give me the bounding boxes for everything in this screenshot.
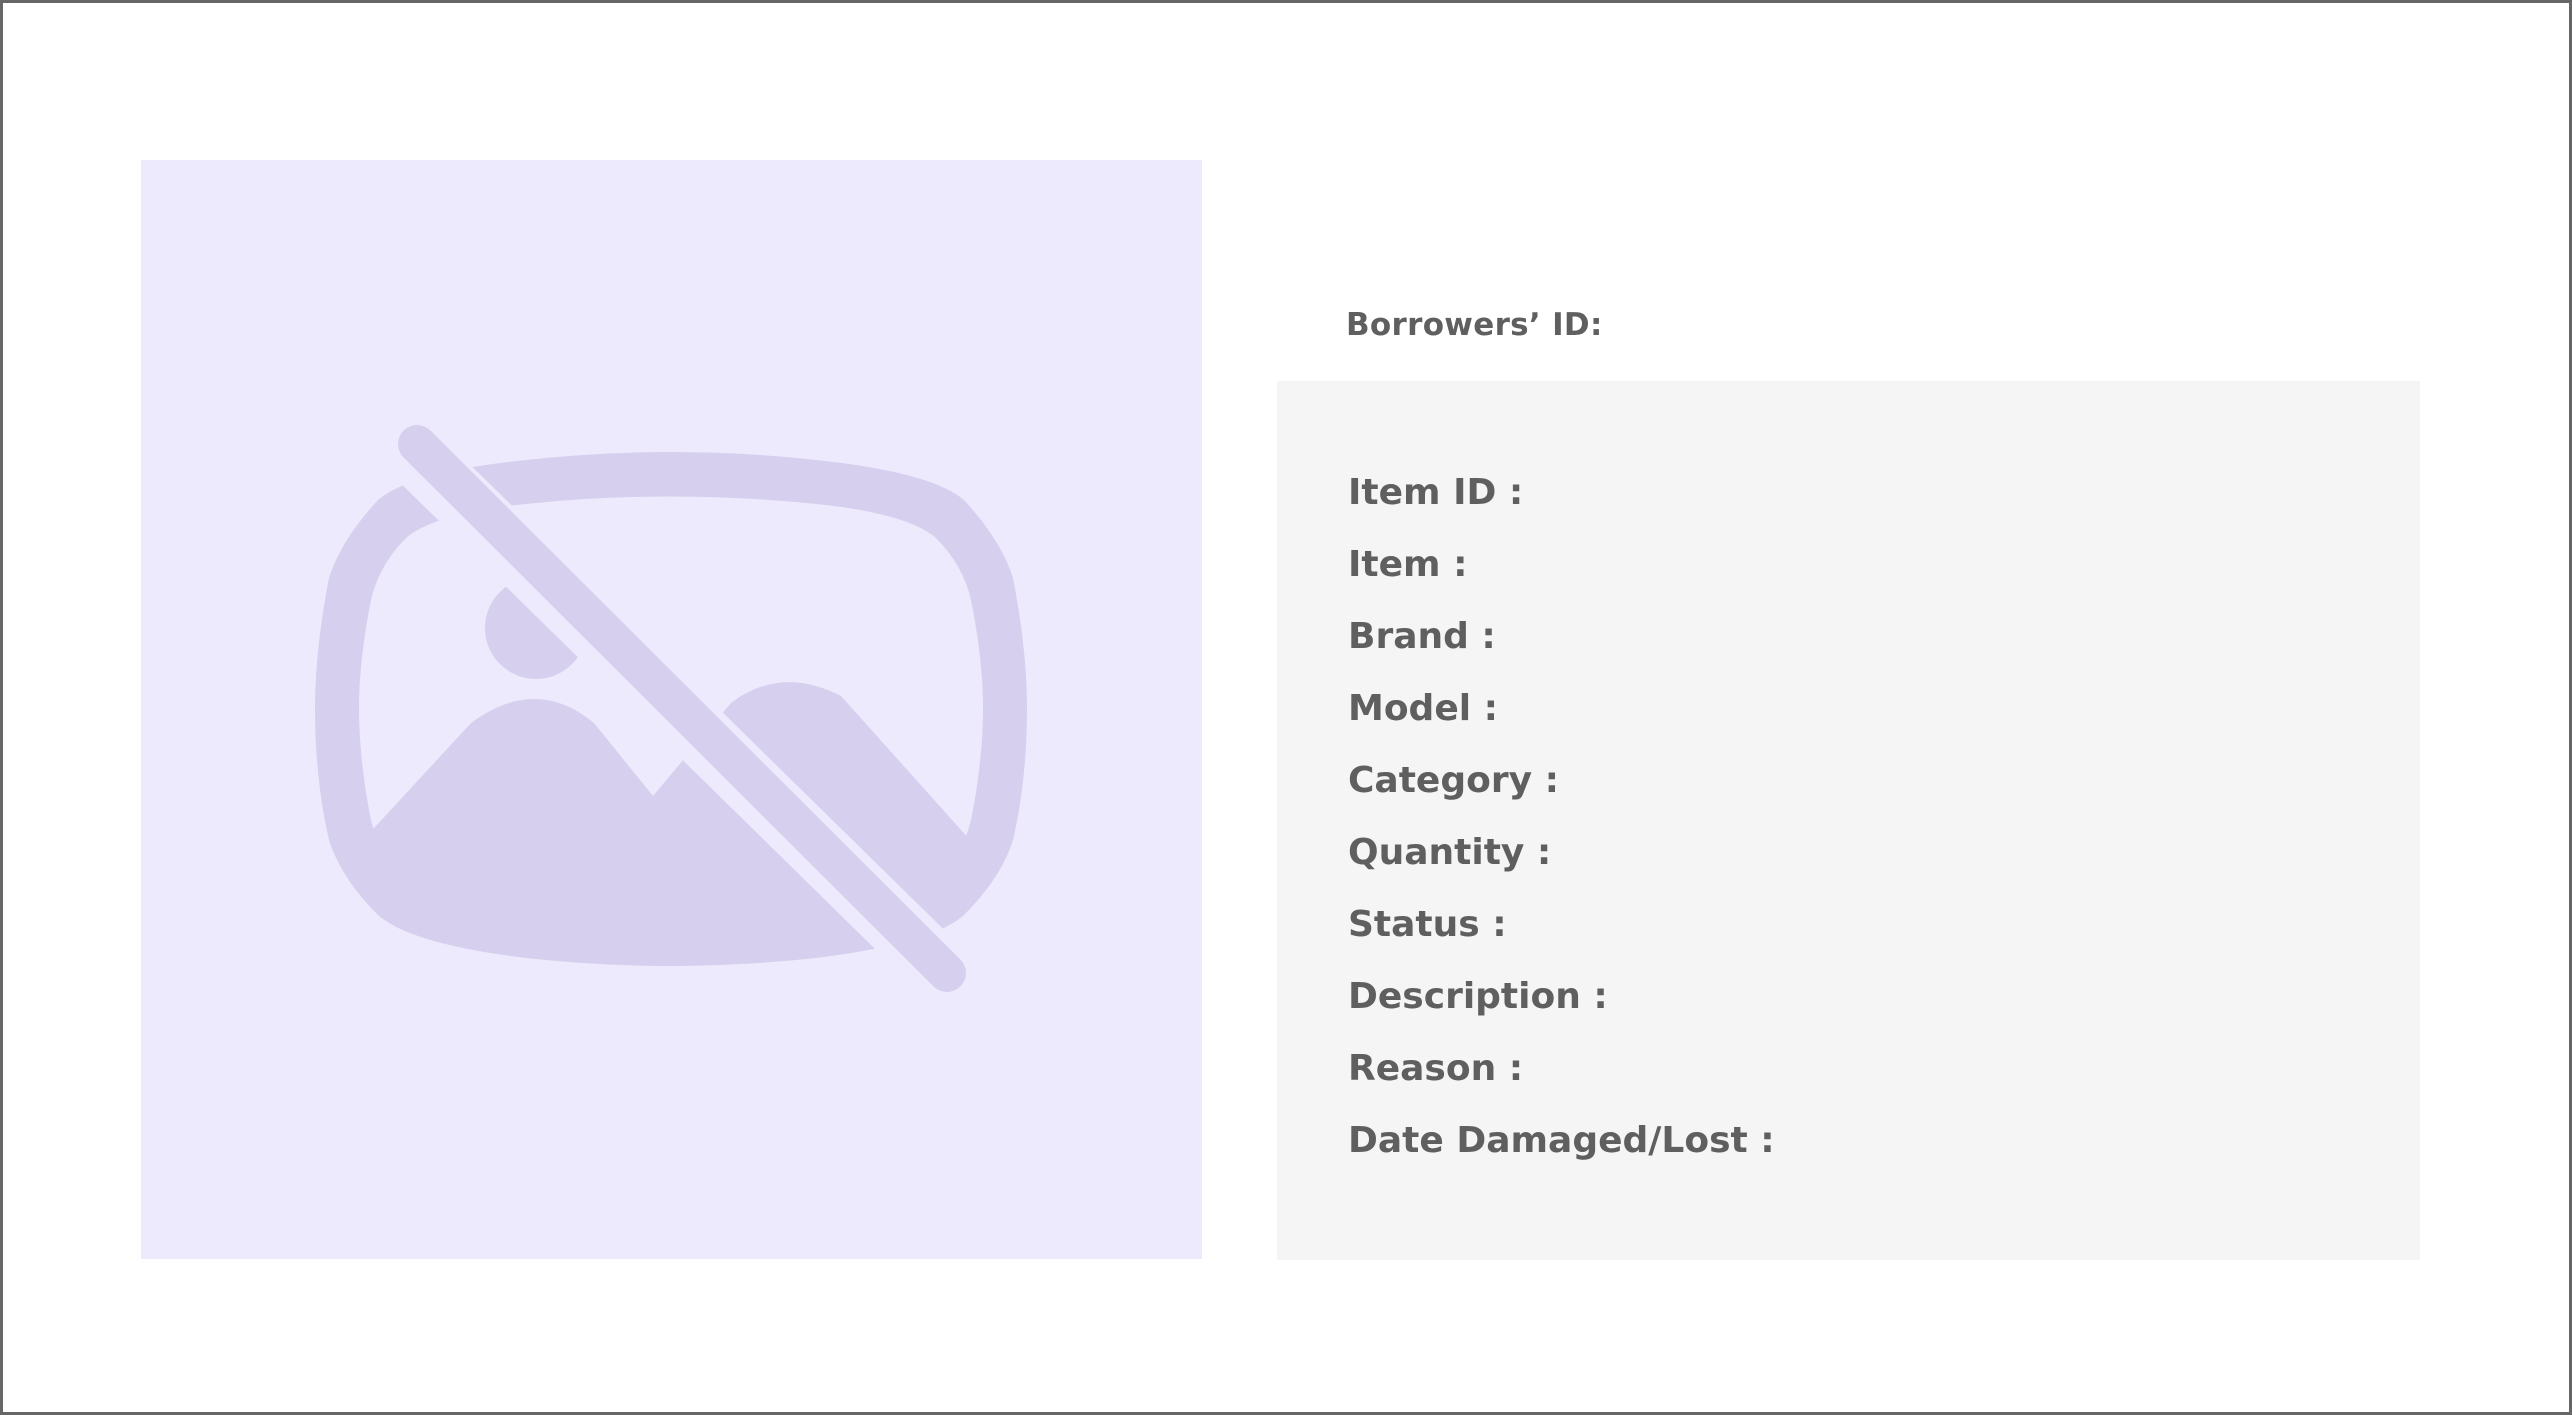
item-details-panel: Item ID : Item : Brand : Model : Categor… bbox=[1277, 381, 2420, 1260]
item-id-label: Item ID : bbox=[1348, 472, 1524, 513]
date-damaged-lost-label: Date Damaged/Lost : bbox=[1348, 1120, 1775, 1161]
borrower-id-label: Borrowers’ ID: bbox=[1346, 307, 1603, 343]
item-label: Item : bbox=[1348, 544, 1468, 585]
reason-label: Reason : bbox=[1348, 1048, 1524, 1089]
description-label: Description : bbox=[1348, 976, 1608, 1017]
model-label: Model : bbox=[1348, 688, 1499, 729]
brand-label: Brand : bbox=[1348, 616, 1496, 657]
category-label: Category : bbox=[1348, 760, 1559, 801]
page-frame: Borrowers’ ID: Item ID : Item : Brand : … bbox=[0, 0, 2572, 1415]
item-image-placeholder bbox=[141, 160, 1202, 1259]
status-label: Status : bbox=[1348, 904, 1507, 945]
image-not-supported-icon bbox=[315, 419, 1027, 1011]
quantity-label: Quantity : bbox=[1348, 832, 1552, 873]
